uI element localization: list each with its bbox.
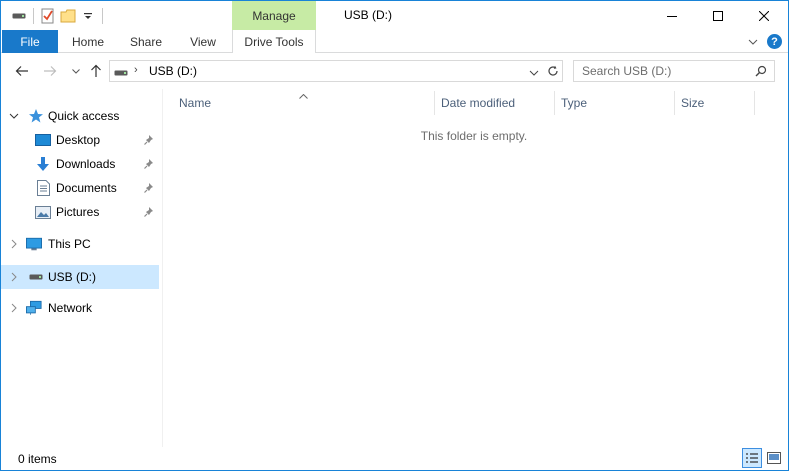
tree-item-documents[interactable]: Documents xyxy=(1,176,159,200)
details-view-icon xyxy=(746,453,758,463)
tab-view[interactable]: View xyxy=(175,30,231,53)
maximize-icon xyxy=(713,10,723,21)
drive-icon xyxy=(114,66,128,80)
toolbar-separator xyxy=(102,8,103,24)
tab-home[interactable]: Home xyxy=(59,30,117,53)
new-folder-icon[interactable] xyxy=(58,6,78,26)
large-icons-view-button[interactable] xyxy=(764,448,784,468)
breadcrumb-separator[interactable]: › xyxy=(134,64,138,76)
tree-item-downloads[interactable]: Downloads xyxy=(1,152,159,176)
desktop-icon xyxy=(35,132,51,148)
quick-access-toolbar xyxy=(9,5,107,27)
computer-icon xyxy=(26,236,42,252)
expand-ribbon-button[interactable] xyxy=(746,35,760,49)
search-placeholder: Search USB (D:) xyxy=(582,64,672,78)
star-icon xyxy=(28,108,44,124)
recent-locations-button[interactable] xyxy=(67,62,85,80)
tab-manage[interactable]: Manage xyxy=(232,1,316,30)
large-icons-view-icon xyxy=(767,452,781,464)
pin-icon[interactable] xyxy=(143,134,155,146)
help-icon[interactable]: ? xyxy=(767,34,782,49)
chevron-down-icon xyxy=(72,68,80,74)
forward-button[interactable] xyxy=(41,62,59,80)
tree-item-label: Downloads xyxy=(56,157,116,171)
maximize-button[interactable] xyxy=(695,1,741,30)
empty-folder-message: This folder is empty. xyxy=(420,129,528,143)
tree-item-label: Pictures xyxy=(56,205,100,219)
address-history-button[interactable] xyxy=(529,65,539,79)
refresh-button[interactable] xyxy=(544,60,563,82)
tree-item-pictures[interactable]: Pictures xyxy=(1,200,159,224)
close-icon xyxy=(759,10,769,21)
properties-icon[interactable] xyxy=(38,6,58,26)
up-button[interactable] xyxy=(87,62,105,80)
tree-item-label: This PC xyxy=(48,237,91,251)
refresh-icon xyxy=(548,65,558,76)
breadcrumb-usb-drive[interactable]: USB (D:) xyxy=(149,64,197,78)
details-view-button[interactable] xyxy=(742,448,762,468)
address-bar[interactable]: › USB (D:) xyxy=(109,60,545,82)
arrow-left-icon xyxy=(15,66,28,76)
column-header-date-modified[interactable]: Date modified xyxy=(435,91,555,115)
chevron-down-icon xyxy=(748,39,758,45)
ribbon-tab-bar: File Home Share View Drive Tools ? xyxy=(1,30,788,54)
pin-icon[interactable] xyxy=(143,182,155,194)
navigation-bar: › USB (D:) Search USB (D:) xyxy=(1,53,788,89)
chevron-down-icon xyxy=(529,70,539,76)
minimize-icon xyxy=(667,15,677,17)
tree-item-usb-drive[interactable]: USB (D:) xyxy=(1,265,159,289)
chevron-right-icon[interactable] xyxy=(9,271,19,283)
window-title: USB (D:) xyxy=(344,8,392,22)
column-header-size[interactable]: Size xyxy=(675,91,755,115)
pin-icon[interactable] xyxy=(143,158,155,170)
status-bar: 0 items xyxy=(1,447,788,470)
tree-item-label: Quick access xyxy=(48,109,120,123)
chevron-down-icon[interactable] xyxy=(9,110,19,122)
search-icon[interactable] xyxy=(755,65,767,80)
tab-file[interactable]: File xyxy=(2,30,58,53)
navigation-pane: Quick access Desktop Downloads Documents… xyxy=(1,89,162,447)
download-icon xyxy=(35,156,51,172)
arrow-right-icon xyxy=(44,66,57,76)
tree-item-desktop[interactable]: Desktop xyxy=(1,128,159,152)
title-bar: Manage USB (D:) xyxy=(1,1,788,30)
back-button[interactable] xyxy=(13,62,31,80)
tree-item-quick-access[interactable]: Quick access xyxy=(1,104,159,128)
pin-icon[interactable] xyxy=(143,206,155,218)
tree-item-label: Desktop xyxy=(56,133,101,147)
drive-icon xyxy=(28,269,44,285)
tree-item-label: USB (D:) xyxy=(48,270,96,284)
tab-drive-tools[interactable]: Drive Tools xyxy=(232,30,316,54)
file-list[interactable]: Name Date modified Type Size This folder… xyxy=(163,89,788,447)
drive-icon[interactable] xyxy=(9,6,29,26)
network-icon xyxy=(26,300,42,316)
pictures-icon xyxy=(35,204,51,220)
item-count: 0 items xyxy=(18,452,57,466)
document-icon xyxy=(35,180,51,196)
column-header-type[interactable]: Type xyxy=(555,91,675,115)
search-input[interactable]: Search USB (D:) xyxy=(573,60,775,82)
minimize-button[interactable] xyxy=(649,1,695,30)
close-button[interactable] xyxy=(741,1,787,30)
customize-toolbar-icon[interactable] xyxy=(78,6,98,26)
tree-item-this-pc[interactable]: This PC xyxy=(1,232,159,256)
tree-item-network[interactable]: Network xyxy=(1,296,159,320)
chevron-right-icon[interactable] xyxy=(9,238,19,250)
explorer-window: Manage USB (D:) File Home Share View Dri… xyxy=(0,0,789,471)
column-header-name[interactable]: Name xyxy=(173,91,435,115)
arrow-up-icon xyxy=(91,64,101,77)
tree-item-label: Network xyxy=(48,301,93,315)
tab-share[interactable]: Share xyxy=(117,30,175,53)
tree-item-label: Documents xyxy=(56,181,117,195)
chevron-right-icon[interactable] xyxy=(9,302,19,314)
toolbar-separator xyxy=(33,8,34,24)
